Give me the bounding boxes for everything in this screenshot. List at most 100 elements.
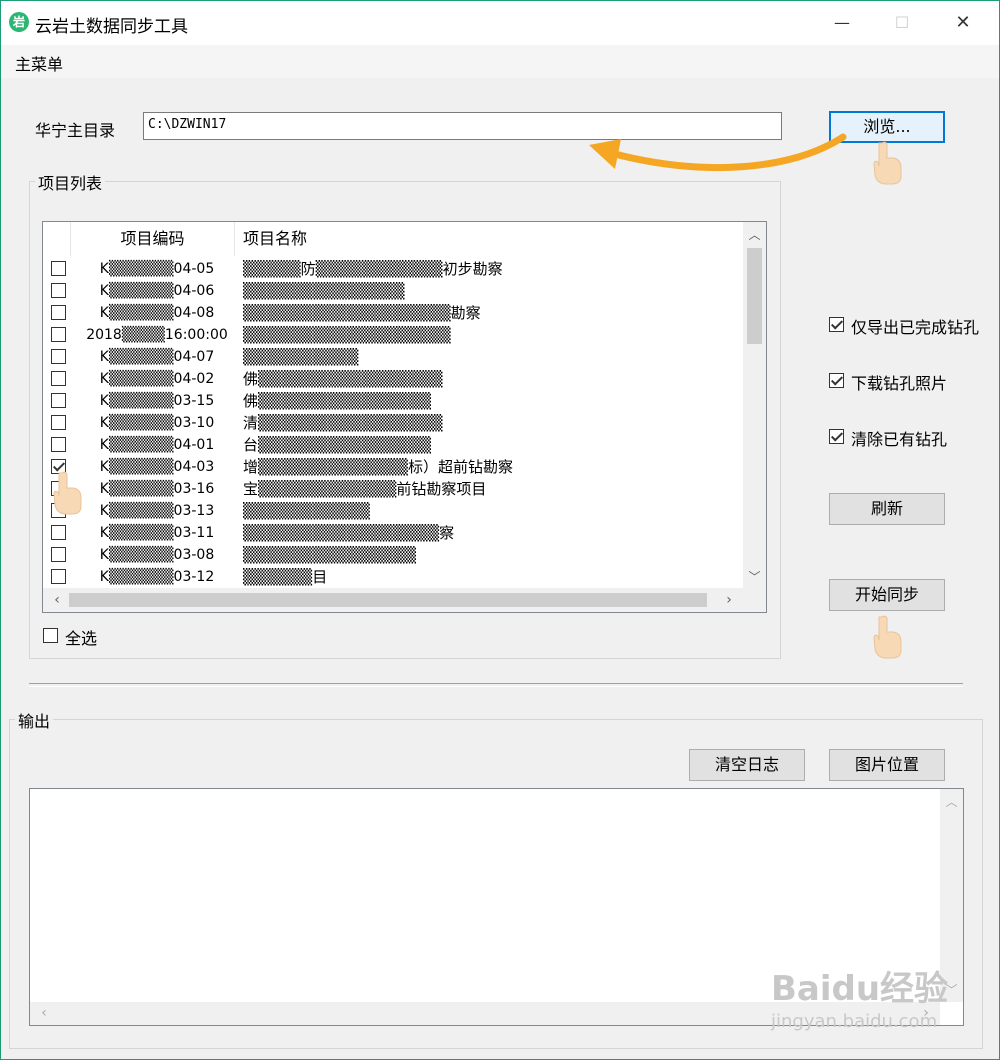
row-checkbox[interactable]	[51, 569, 66, 584]
project-code-cell: K▒▒▒▒▒▒03-08	[99, 547, 215, 563]
project-name-cell: ▒▒▒▒▒▒▒▒▒▒▒	[243, 502, 370, 520]
project-code-cell: K▒▒▒▒▒▒03-16	[99, 481, 215, 497]
table-row[interactable]: K▒▒▒▒▒▒04-02 佛▒▒▒▒▒▒▒▒▒▒▒▒▒▒▒▒	[43, 368, 743, 390]
project-name-cell: ▒▒▒▒▒▒▒▒▒▒▒▒▒▒▒▒▒▒	[243, 326, 451, 344]
table-row[interactable]: K▒▒▒▒▒▒03-16 宝▒▒▒▒▒▒▒▒▒▒▒▒前钻勘察项目	[43, 478, 743, 500]
table-row[interactable]: K▒▒▒▒▒▒04-06 ▒▒▒▒▒▒▒▒▒▒▒▒▒▒	[43, 280, 743, 302]
project-name-cell: 台▒▒▒▒▒▒▒▒▒▒▒▒▒▒▒	[243, 436, 432, 454]
project-code-cell: K▒▒▒▒▒▒04-06	[99, 283, 215, 299]
table-row[interactable]: K▒▒▒▒▒▒03-11 ▒▒▒▒▒▒▒▒▒▒▒▒▒▒▒▒▒察	[43, 522, 743, 544]
row-checkbox[interactable]	[51, 415, 66, 430]
menu-bar: 主菜单	[1, 45, 999, 78]
project-name-cell: 佛▒▒▒▒▒▒▒▒▒▒▒▒▒▒▒▒	[243, 370, 443, 388]
header-project-code[interactable]: 项目编码	[71, 222, 235, 256]
menu-main[interactable]: 主菜单	[15, 51, 63, 75]
project-code-cell: K▒▒▒▒▒▒04-02	[99, 371, 215, 387]
project-name-cell: ▒▒▒▒▒▒▒▒▒▒	[243, 348, 359, 366]
clear-existing-label: 清除已有钻孔	[851, 430, 948, 449]
header-project-name[interactable]: 项目名称	[235, 222, 743, 256]
log-scroll-left-icon[interactable]: ‹	[34, 1005, 54, 1021]
project-code-cell: K▒▒▒▒▒▒03-15	[99, 393, 215, 409]
hscroll-thumb[interactable]	[69, 593, 707, 607]
title-bar: 岩 云岩土数据同步工具 — ☐ ✕	[1, 1, 999, 45]
row-checkbox[interactable]	[51, 261, 66, 276]
refresh-button[interactable]: 刷新	[829, 493, 945, 525]
project-code-cell: K▒▒▒▒▒▒04-08	[99, 305, 215, 321]
row-checkbox[interactable]	[51, 393, 66, 408]
table-row[interactable]: K▒▒▒▒▒▒04-03 增▒▒▒▒▒▒▒▒▒▒▒▒▒标）超前钻勘察	[43, 456, 743, 478]
scroll-right-icon[interactable]: ›	[719, 592, 739, 608]
table-row[interactable]: K▒▒▒▒▒▒03-10 清▒▒▒▒▒▒▒▒▒▒▒▒▒▒▒▒	[43, 412, 743, 434]
vertical-scrollbar[interactable]: ︿ ﹀	[743, 222, 766, 588]
project-list[interactable]: 项目编码 项目名称 K▒▒▒▒▒▒04-05 ▒▒▒▒▒防▒▒▒▒▒▒▒▒▒▒▒初…	[42, 221, 767, 613]
row-checkbox[interactable]	[51, 547, 66, 562]
clear-existing-checkbox[interactable]	[829, 429, 844, 444]
project-code-cell: K▒▒▒▒▒▒03-11	[99, 525, 215, 541]
project-name-cell: ▒▒▒▒▒▒▒▒▒▒▒▒▒▒▒▒▒察	[243, 524, 455, 542]
table-row[interactable]: 2018▒▒▒▒16:00:00 ▒▒▒▒▒▒▒▒▒▒▒▒▒▒▒▒▒▒	[43, 324, 743, 346]
row-checkbox[interactable]	[51, 437, 66, 452]
project-name-cell: ▒▒▒▒▒▒▒▒▒▒▒▒▒▒▒	[243, 546, 417, 564]
table-row[interactable]: K▒▒▒▒▒▒03-08 ▒▒▒▒▒▒▒▒▒▒▒▒▒▒▒	[43, 544, 743, 566]
project-code-cell: K▒▒▒▒▒▒03-10	[99, 415, 215, 431]
project-name-cell: 增▒▒▒▒▒▒▒▒▒▒▒▒▒标）超前钻勘察	[243, 458, 513, 476]
horizontal-scrollbar[interactable]: ‹ ›	[43, 588, 743, 612]
table-row[interactable]: K▒▒▒▒▒▒04-08 ▒▒▒▒▒▒▒▒▒▒▒▒▒▒▒▒▒▒勘察	[43, 302, 743, 324]
output-title: 输出	[15, 708, 54, 732]
baidu-watermark-logo: Baidu经验	[771, 969, 949, 1009]
scroll-thumb[interactable]	[747, 248, 762, 344]
project-name-cell: ▒▒▒▒▒防▒▒▒▒▒▒▒▒▒▒▒初步勘察	[243, 260, 503, 278]
row-checkbox[interactable]	[51, 525, 66, 540]
minimize-button[interactable]: —	[822, 9, 862, 37]
scroll-corner	[743, 588, 766, 612]
row-checkbox[interactable]	[51, 283, 66, 298]
row-checkbox[interactable]	[51, 305, 66, 320]
scroll-up-icon[interactable]: ︿	[743, 226, 766, 243]
clear-log-button[interactable]: 清空日志	[689, 749, 805, 781]
export-completed-checkbox[interactable]	[829, 317, 844, 332]
close-button[interactable]: ✕	[943, 9, 983, 37]
project-code-cell: K▒▒▒▒▒▒03-13	[99, 503, 215, 519]
project-name-cell: 佛▒▒▒▒▒▒▒▒▒▒▒▒▒▒▒	[243, 392, 432, 410]
header-checkbox-col[interactable]	[43, 222, 71, 256]
project-code-cell: K▒▒▒▒▒▒04-03	[99, 459, 215, 475]
project-name-cell: ▒▒▒▒▒▒▒▒▒▒▒▒▒▒▒▒▒▒勘察	[243, 304, 481, 322]
app-window: 岩 云岩土数据同步工具 — ☐ ✕ 主菜单 华宁主目录 C:\DZWIN17 浏…	[0, 0, 1000, 1060]
project-name-cell: ▒▒▒▒▒▒目	[243, 568, 328, 586]
project-code-cell: K▒▒▒▒▒▒04-01	[99, 437, 215, 453]
row-checkbox[interactable]	[51, 371, 66, 386]
hand-pointer-icon	[873, 141, 902, 185]
log-scroll-up-icon[interactable]: ︿	[940, 793, 963, 810]
window-title: 云岩土数据同步工具	[35, 17, 188, 37]
image-location-button[interactable]: 图片位置	[829, 749, 945, 781]
table-row[interactable]: K▒▒▒▒▒▒04-05 ▒▒▒▒▒防▒▒▒▒▒▒▒▒▒▒▒初步勘察	[43, 258, 743, 280]
row-checkbox[interactable]	[51, 349, 66, 364]
row-checkbox[interactable]	[51, 327, 66, 342]
table-row[interactable]: K▒▒▒▒▒▒04-01 台▒▒▒▒▒▒▒▒▒▒▒▒▒▒▒	[43, 434, 743, 456]
table-row[interactable]: K▒▒▒▒▒▒03-15 佛▒▒▒▒▒▒▒▒▒▒▒▒▒▒▒	[43, 390, 743, 412]
maximize-button[interactable]: ☐	[882, 9, 922, 37]
hand-pointer-icon	[53, 471, 82, 515]
table-row[interactable]: K▒▒▒▒▒▒03-13 ▒▒▒▒▒▒▒▒▒▒▒	[43, 500, 743, 522]
annotation-arrow-icon	[589, 133, 847, 171]
project-name-cell: 清▒▒▒▒▒▒▒▒▒▒▒▒▒▒▒▒	[243, 414, 443, 432]
app-logo-icon: 岩	[9, 12, 29, 32]
project-code-cell: K▒▒▒▒▒▒03-12	[99, 569, 215, 585]
project-code-cell: K▒▒▒▒▒▒04-07	[99, 349, 215, 365]
select-all-label: 全选	[65, 629, 98, 648]
hand-pointer-icon	[873, 615, 902, 659]
download-photos-label: 下载钻孔照片	[851, 374, 948, 393]
start-sync-button[interactable]: 开始同步	[829, 579, 945, 611]
table-row[interactable]: K▒▒▒▒▒▒04-07 ▒▒▒▒▒▒▒▒▒▒	[43, 346, 743, 368]
select-all-checkbox[interactable]	[43, 628, 58, 643]
table-row[interactable]: K▒▒▒▒▒▒03-12 ▒▒▒▒▒▒目	[43, 566, 743, 588]
project-code-cell: K▒▒▒▒▒▒04-05	[99, 261, 215, 277]
download-photos-checkbox[interactable]	[829, 373, 844, 388]
section-separator	[29, 683, 963, 687]
project-code-cell: 2018▒▒▒▒16:00:00	[86, 327, 228, 343]
home-dir-label: 华宁主目录	[35, 121, 116, 140]
scroll-left-icon[interactable]: ‹	[47, 592, 67, 608]
scroll-down-icon[interactable]: ﹀	[743, 568, 766, 585]
project-name-cell: ▒▒▒▒▒▒▒▒▒▒▒▒▒▒	[243, 282, 405, 300]
baidu-watermark-url: jingyan.baidu.com	[771, 1011, 938, 1032]
